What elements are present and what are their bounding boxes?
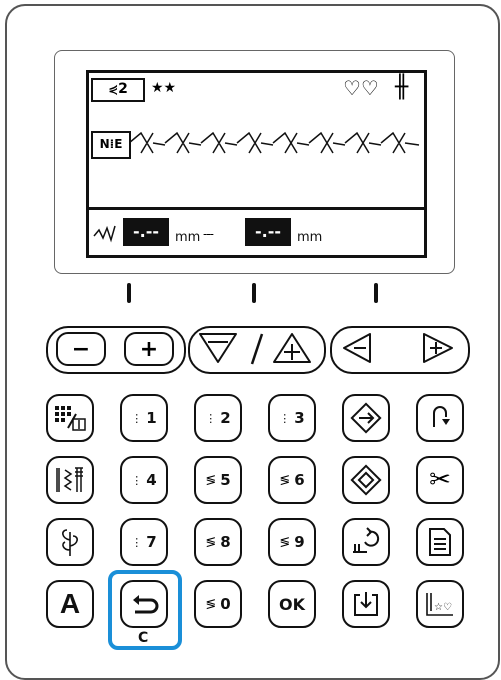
key-9[interactable]: ≶ 9 (268, 518, 316, 566)
pattern-select-button[interactable] (46, 394, 94, 442)
callout-label: C (138, 630, 149, 646)
zigzag-icon: ≶ (205, 472, 217, 488)
key-3-label: 3 (294, 409, 305, 427)
needle-star-heart-icon: ☆♡ (426, 593, 453, 616)
save-to-memory-icon (354, 592, 378, 616)
stitch-width-unit: mm (175, 230, 201, 245)
needle-icon: ⋮ (205, 411, 217, 425)
zigzag-icon: ≶ (205, 596, 217, 612)
key-2[interactable]: ⋮ 2 (194, 394, 242, 442)
key-6-label: 6 (294, 471, 305, 489)
lcd-tick-right (374, 283, 378, 303)
width-minus-button[interactable]: − (56, 332, 106, 366)
stitch-length-icon: --- (203, 227, 214, 241)
pattern-category-icon: ⋞ (108, 82, 119, 96)
key-5[interactable]: ≶ 5 (194, 456, 242, 504)
key-7[interactable]: ⋮ 7 (120, 518, 168, 566)
zigzag-icon: ≶ (205, 534, 217, 550)
needle-position-button[interactable] (416, 394, 464, 442)
thread-cutter-button[interactable]: ✂ (416, 456, 464, 504)
leaf-icon (62, 529, 78, 556)
grid-book-icon (55, 406, 86, 431)
reverse-stitch-button[interactable] (342, 394, 390, 442)
ok-button[interactable]: OK (268, 580, 316, 628)
reverse-arrow-diamond-icon (350, 402, 382, 434)
stitch-pattern-preview (129, 131, 420, 154)
save-button[interactable] (342, 580, 390, 628)
document-list-icon (429, 528, 451, 556)
stitch-category-button[interactable] (46, 456, 94, 504)
key-5-label: 5 (220, 471, 231, 489)
key-1-label: 1 (146, 409, 157, 427)
key-3[interactable]: ⋮ 3 (268, 394, 316, 442)
key-0[interactable]: ≶ 0 (194, 580, 242, 628)
length-minus-button[interactable] (199, 333, 237, 363)
zigzag-icon: ≶ (279, 534, 291, 550)
key-1[interactable]: ⋮ 1 (120, 394, 168, 442)
stitch-length-unit: mm (297, 230, 323, 245)
key-9-label: 9 (294, 533, 305, 551)
stitch-width-icon (93, 225, 116, 243)
navigation-buttons (343, 333, 453, 363)
stitch-width-value: -.-- (123, 218, 169, 246)
lcd-settings-row: -.-- mm --- -.-- mm (89, 207, 424, 256)
lcd-stitch-row: N⁞E (89, 121, 424, 167)
minus-icon: − (71, 336, 91, 362)
reinforcement-button[interactable] (342, 456, 390, 504)
key-6[interactable]: ≶ 6 (268, 456, 316, 504)
lcd-tick-center (252, 283, 256, 303)
decorative-stitch-button[interactable] (46, 518, 94, 566)
lcd-tick-left (127, 283, 131, 303)
needle-icon: ⋮ (131, 473, 143, 487)
needle-up-down-icon (433, 406, 450, 427)
character-mode-button[interactable]: A (46, 580, 94, 628)
key-8-label: 8 (220, 533, 231, 551)
scissors-icon: ✂ (429, 465, 451, 495)
key-4-label: 4 (146, 471, 157, 489)
presser-foot-button[interactable] (342, 518, 390, 566)
favorite-stitch-button[interactable]: ☆♡ (416, 580, 464, 628)
lcd-screen: ⋞2 ★★ ♡♡ ╫ N⁞E -.-- mm --- -.-- mm (86, 70, 427, 258)
reinforcement-diamond-icon (350, 464, 382, 496)
key-4[interactable]: ⋮ 4 (120, 456, 168, 504)
stitch-list-icon (56, 467, 83, 492)
zigzag-icon: ≶ (279, 472, 291, 488)
plus-icon: + (139, 336, 159, 362)
key-8[interactable]: ≶ 8 (194, 518, 242, 566)
heart-pair-icon: ♡♡ (343, 76, 379, 100)
needle-icon: ⋮ (131, 411, 143, 425)
needle-icon: ⋮ (131, 535, 143, 549)
ok-label: OK (279, 594, 305, 614)
presser-foot-rotate-icon (353, 527, 380, 553)
stitch-length-buttons (199, 333, 311, 365)
memory-list-button[interactable] (416, 518, 464, 566)
needle-stitch-icon: N⁞E (91, 131, 131, 159)
double-needle-icon: ╫ (395, 75, 409, 100)
key-2-label: 2 (220, 409, 231, 427)
letter-a-label: A (59, 588, 81, 619)
needle-icon: ⋮ (279, 411, 291, 425)
lcd-header-row: ⋞2 ★★ ♡♡ ╫ (89, 73, 424, 107)
stitch-length-value: -.-- (245, 218, 291, 246)
stars-indicator: ★★ (151, 80, 177, 96)
pattern-number: 2 (118, 81, 128, 97)
key-0-label: 0 (220, 595, 231, 613)
width-plus-button[interactable]: + (124, 332, 174, 366)
key-7-label: 7 (146, 533, 157, 551)
pattern-number-box: ⋞2 (91, 78, 145, 102)
svg-text:☆♡: ☆♡ (434, 602, 452, 613)
